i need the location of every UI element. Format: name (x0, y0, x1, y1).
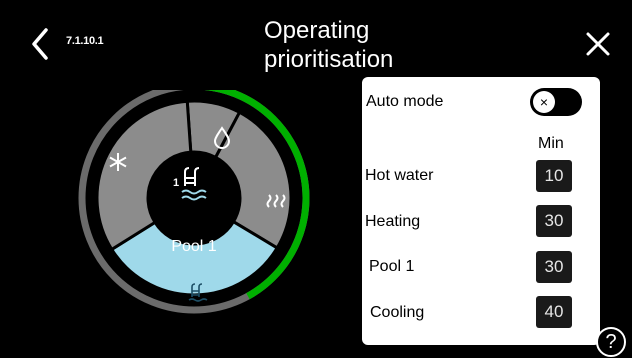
close-icon (586, 32, 610, 56)
priority-panel: Auto mode × Min Hot water 10 Heating 30 … (362, 77, 600, 345)
dial-center (148, 152, 240, 244)
back-button[interactable] (26, 26, 56, 62)
min-column-header: Min (538, 135, 564, 152)
help-button[interactable]: ? (596, 327, 626, 357)
toggle-off-icon: × (533, 91, 555, 113)
min-value-heating[interactable]: 30 (536, 205, 572, 237)
row-label-heating: Heating (365, 213, 421, 230)
svg-text:1: 1 (173, 177, 179, 189)
min-value-pool-1[interactable]: 30 (536, 251, 572, 283)
min-value-hot-water[interactable]: 10 (536, 160, 572, 192)
page-title: Operating prioritisation (264, 17, 394, 73)
close-button[interactable] (584, 30, 612, 58)
dial-center-label: Pool 1 (171, 238, 217, 255)
priority-dial: 1 (78, 90, 310, 314)
row-label-pool-1: Pool 1 (369, 258, 415, 275)
chevron-left-icon (32, 28, 48, 60)
min-value-cooling[interactable]: 40 (536, 296, 572, 328)
auto-mode-toggle[interactable]: × (530, 88, 582, 116)
menu-code: 7.1.10.1 (66, 35, 104, 47)
row-label-hot-water: Hot water (365, 167, 434, 184)
auto-mode-label: Auto mode (366, 93, 444, 110)
row-label-cooling: Cooling (370, 304, 425, 321)
